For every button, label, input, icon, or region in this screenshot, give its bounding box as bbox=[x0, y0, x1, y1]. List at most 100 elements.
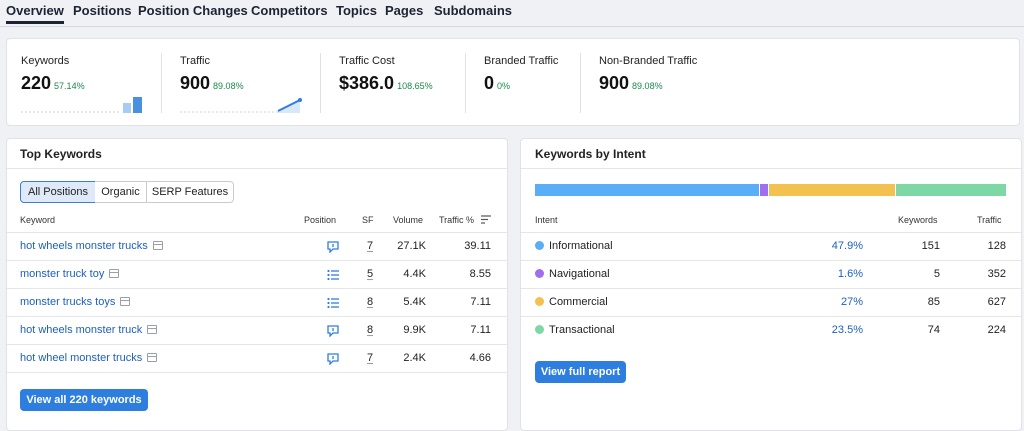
divider bbox=[320, 53, 321, 113]
intent-name-cell: Commercial bbox=[535, 296, 608, 308]
column-header-sf[interactable]: SF bbox=[362, 215, 374, 225]
filter-all-positions[interactable]: All Positions bbox=[20, 181, 96, 203]
intent-name: Informational bbox=[549, 240, 613, 252]
metric-change: 89.08% bbox=[213, 81, 244, 91]
intent-bar-segment[interactable] bbox=[535, 184, 760, 196]
keyword-cell: monster truck toy bbox=[20, 268, 120, 280]
keyword-link[interactable]: monster trucks toys bbox=[20, 296, 115, 308]
filter-organic[interactable]: Organic bbox=[95, 181, 147, 203]
column-header-intent[interactable]: Intent bbox=[535, 215, 558, 225]
intent-distribution-bar bbox=[535, 184, 1006, 196]
intent-keywords-cell: 74 bbox=[927, 324, 940, 336]
keyword-cell: hot wheels monster trucks bbox=[20, 240, 163, 252]
tab-competitors[interactable]: Competitors bbox=[251, 3, 328, 18]
tab-positions[interactable]: Positions bbox=[73, 3, 132, 18]
column-header-traffic[interactable]: Traffic bbox=[977, 215, 1002, 225]
sf-count[interactable]: 5 bbox=[367, 268, 373, 280]
sf-count[interactable]: 8 bbox=[367, 324, 373, 336]
metric-value: 0 bbox=[484, 73, 495, 93]
traffic-cell: 7.11 bbox=[470, 324, 491, 336]
intent-share-link[interactable]: 1.6% bbox=[812, 268, 863, 280]
chat-icon bbox=[327, 352, 339, 366]
intent-traffic-cell: 128 bbox=[987, 240, 1006, 252]
tab-pages[interactable]: Pages bbox=[385, 3, 423, 18]
divider bbox=[521, 168, 1021, 169]
metric-change: 108.65% bbox=[397, 81, 433, 91]
intent-share-link[interactable]: 23.5% bbox=[812, 324, 863, 336]
keywords-by-intent-title: Keywords by Intent bbox=[535, 147, 646, 161]
intent-name-cell: Navigational bbox=[535, 268, 610, 280]
keyword-link[interactable]: monster truck toy bbox=[20, 268, 104, 280]
sf-count[interactable]: 8 bbox=[367, 296, 373, 308]
metric-value: 900 bbox=[180, 73, 211, 93]
intent-bar-segment[interactable] bbox=[896, 184, 1006, 196]
tab-position-changes[interactable]: Position Changes bbox=[138, 3, 248, 18]
tab-subdomains[interactable]: Subdomains bbox=[434, 3, 512, 18]
intent-bar-segment[interactable] bbox=[768, 184, 896, 196]
metric-value: $386.0 bbox=[339, 73, 395, 93]
keyword-link[interactable]: hot wheels monster trucks bbox=[20, 240, 148, 252]
metric-label: Branded Traffic bbox=[484, 55, 559, 67]
row-divider bbox=[521, 316, 1021, 317]
sort-icon[interactable] bbox=[481, 215, 491, 224]
view-all-keywords-button[interactable]: View all 220 keywords bbox=[20, 389, 148, 411]
list-icon bbox=[327, 296, 339, 309]
sf-count[interactable]: 7 bbox=[367, 352, 373, 364]
intent-name-cell: Transactional bbox=[535, 324, 615, 336]
intent-traffic-cell: 224 bbox=[987, 324, 1006, 336]
intent-bar-segment[interactable] bbox=[760, 184, 768, 196]
tab-overview[interactable]: Overview bbox=[6, 3, 64, 24]
sf-count[interactable]: 7 bbox=[367, 240, 373, 252]
intent-color-dot bbox=[535, 269, 544, 278]
row-divider bbox=[7, 372, 507, 373]
filter-serp-features[interactable]: SERP Features bbox=[147, 181, 234, 203]
volume-cell: 27.1K bbox=[397, 240, 426, 252]
intent-keywords-cell: 5 bbox=[933, 268, 940, 280]
intent-color-dot bbox=[535, 241, 544, 250]
volume-cell: 2.4K bbox=[403, 352, 426, 364]
metric-value: 220 bbox=[21, 73, 52, 93]
divider bbox=[161, 53, 162, 113]
keywords-by-intent-card bbox=[520, 138, 1022, 431]
intent-name: Commercial bbox=[549, 296, 608, 308]
serp-snapshot-icon[interactable] bbox=[152, 241, 163, 250]
serp-snapshot-icon[interactable] bbox=[147, 353, 158, 362]
row-divider bbox=[7, 344, 507, 345]
traffic-cell: 39.11 bbox=[464, 240, 491, 252]
serp-snapshot-icon[interactable] bbox=[120, 297, 131, 306]
metric-value: 900 bbox=[599, 73, 630, 93]
intent-name-cell: Informational bbox=[535, 240, 613, 252]
traffic-cell: 7.11 bbox=[470, 296, 491, 308]
intent-traffic-cell: 627 bbox=[987, 296, 1006, 308]
tab-topics[interactable]: Topics bbox=[336, 3, 377, 18]
chat-icon bbox=[327, 240, 339, 254]
metric-change: 0% bbox=[497, 81, 511, 91]
traffic-sparkline bbox=[180, 98, 302, 113]
view-full-report-button[interactable]: View full report bbox=[535, 361, 626, 383]
intent-color-dot bbox=[535, 325, 544, 334]
divider bbox=[521, 232, 1021, 233]
intent-share-link[interactable]: 47.9% bbox=[812, 240, 863, 252]
intent-color-dot bbox=[535, 297, 544, 306]
keyword-link[interactable]: hot wheels monster truck bbox=[20, 324, 142, 336]
intent-share-link[interactable]: 27% bbox=[812, 296, 863, 308]
intent-name: Transactional bbox=[549, 324, 615, 336]
keyword-cell: hot wheel monster trucks bbox=[20, 352, 158, 364]
report-tabs: Overview Positions Position Changes Comp… bbox=[0, 0, 1024, 27]
row-divider bbox=[521, 260, 1021, 261]
metric-label: Traffic Cost bbox=[339, 55, 395, 67]
row-divider bbox=[7, 316, 507, 317]
column-header-volume[interactable]: Volume bbox=[393, 215, 423, 225]
keyword-link[interactable]: hot wheel monster trucks bbox=[20, 352, 142, 364]
column-header-keywords[interactable]: Keywords bbox=[898, 215, 938, 225]
summary-card: Keywords 220 57.14% Traffic 900 89.08% Tra… bbox=[6, 38, 1020, 126]
intent-name: Navigational bbox=[549, 268, 610, 280]
column-header-position[interactable]: Position bbox=[304, 215, 336, 225]
serp-snapshot-icon[interactable] bbox=[147, 325, 158, 334]
divider bbox=[7, 232, 507, 233]
metric-change: 89.08% bbox=[632, 81, 663, 91]
intent-keywords-cell: 151 bbox=[921, 240, 940, 252]
column-header-keyword[interactable]: Keyword bbox=[20, 215, 55, 225]
serp-snapshot-icon[interactable] bbox=[109, 269, 120, 278]
column-header-traffic[interactable]: Traffic % bbox=[439, 215, 474, 225]
